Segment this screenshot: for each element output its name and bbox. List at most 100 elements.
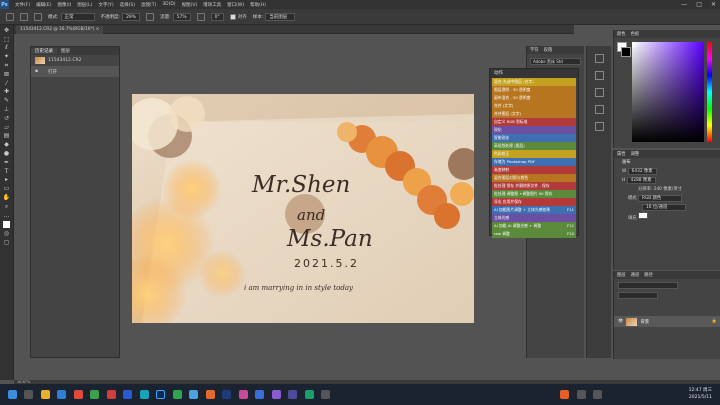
action-item[interactable]: 合并 (文字) bbox=[492, 102, 576, 110]
path-selection-tool-icon[interactable]: ▸ bbox=[3, 177, 11, 183]
menu-file[interactable]: 文件(F) bbox=[15, 2, 30, 8]
width-input[interactable]: 6432 像素 bbox=[627, 168, 657, 175]
app-icon-teal[interactable] bbox=[139, 390, 149, 399]
action-item[interactable]: 合并图层 (文字) bbox=[492, 110, 576, 118]
action-item[interactable]: 自定义 RGB 到标准 bbox=[492, 118, 576, 126]
tab-history[interactable]: 历史记录 bbox=[31, 48, 57, 54]
saturation-brightness-field[interactable] bbox=[631, 42, 704, 142]
rectangle-tool-icon[interactable]: ▭ bbox=[3, 186, 11, 192]
tool-preset-picker[interactable] bbox=[6, 12, 14, 21]
action-item[interactable]: 混合图层对照与颜色 bbox=[492, 174, 576, 182]
action-item[interactable]: 渐变映射 bbox=[492, 166, 576, 174]
lasso-tool-icon[interactable]: ℓ bbox=[3, 45, 11, 51]
tab-layers[interactable]: 图层 bbox=[617, 272, 626, 278]
character-panel-icon[interactable] bbox=[594, 88, 604, 97]
action-item[interactable]: 色彩校正 bbox=[492, 150, 576, 158]
tab-channels[interactable]: 通道 bbox=[631, 272, 640, 278]
photoshop-taskbar-icon[interactable] bbox=[156, 390, 165, 399]
history-panel-icon[interactable] bbox=[594, 54, 604, 63]
app-icon-blue[interactable] bbox=[123, 390, 132, 399]
zoom-tool-icon[interactable]: ⌕ bbox=[3, 203, 11, 210]
lock-icon[interactable]: 🔒 bbox=[712, 319, 717, 324]
document-canvas[interactable]: Mr.Shen and Ms.Pan 2021.5.2 i am marryin… bbox=[132, 94, 474, 323]
tab-character[interactable]: 字符 bbox=[530, 47, 539, 53]
menu-help[interactable]: 帮助(H) bbox=[250, 2, 266, 8]
aligned-checkbox[interactable] bbox=[229, 13, 236, 20]
file-explorer-icon[interactable] bbox=[40, 390, 50, 399]
more-tools-icon[interactable]: … bbox=[3, 212, 11, 219]
tab-layers-mini[interactable]: 图层 bbox=[57, 48, 74, 54]
app-icon-mint[interactable] bbox=[304, 390, 314, 399]
height-input[interactable]: 4288 像素 bbox=[626, 177, 656, 184]
font-family-select[interactable]: Adobe 黑体 Std bbox=[530, 58, 581, 65]
dodge-tool-icon[interactable]: ● bbox=[3, 150, 11, 157]
app-icon-red[interactable] bbox=[106, 390, 116, 399]
mode-select[interactable]: 正常 bbox=[60, 12, 95, 21]
layer-row[interactable]: 👁 背景 🔒 bbox=[614, 316, 720, 327]
paragraph-panel-icon[interactable] bbox=[594, 105, 604, 114]
marquee-tool-icon[interactable]: ⬚ bbox=[3, 36, 11, 43]
tab-paths[interactable]: 路径 bbox=[644, 272, 653, 278]
app-icon-green[interactable] bbox=[90, 390, 99, 399]
menu-filter[interactable]: 滤镜(T) bbox=[141, 2, 156, 8]
tab-adjustments[interactable]: 调整 bbox=[631, 151, 640, 157]
screen-mode-icon[interactable]: ▢ bbox=[3, 239, 11, 246]
flow-input[interactable]: 57% bbox=[172, 12, 191, 21]
menu-3d[interactable]: 3D(D) bbox=[162, 2, 175, 7]
tab-properties[interactable]: 属性 bbox=[617, 151, 626, 157]
pressure-opacity-button[interactable] bbox=[146, 12, 155, 21]
frame-tool-icon[interactable]: ⊠ bbox=[3, 71, 11, 78]
airbrush-button[interactable] bbox=[196, 12, 205, 21]
app-icon-orange[interactable] bbox=[205, 390, 215, 399]
magic-wand-tool-icon[interactable]: ✦ bbox=[3, 54, 11, 60]
foreground-color-swatch[interactable] bbox=[3, 221, 10, 229]
action-item[interactable]: 混合-先选中图层 (名字) bbox=[492, 78, 576, 86]
action-item[interactable]: 导出 应用并保存 bbox=[492, 198, 576, 206]
opacity-input[interactable]: 29% bbox=[122, 12, 141, 21]
brush-tool-icon[interactable]: ✎ bbox=[3, 98, 11, 104]
close-button[interactable]: ✕ bbox=[711, 1, 716, 8]
hand-tool-icon[interactable]: ✋ bbox=[3, 194, 11, 201]
color-mode-select[interactable]: RGB 颜色 bbox=[637, 195, 682, 202]
eye-icon[interactable]: 👁 bbox=[618, 319, 623, 324]
history-step-row[interactable]: ▪ 打开 bbox=[31, 66, 119, 77]
clone-stamp-tool-icon[interactable]: ⊥ bbox=[3, 106, 11, 113]
maximize-button[interactable]: □ bbox=[696, 1, 702, 8]
hue-slider[interactable] bbox=[707, 42, 712, 142]
angle-input[interactable]: 0° bbox=[210, 12, 224, 21]
bit-depth-select[interactable]: 16 位/通道 bbox=[642, 204, 686, 211]
fill-color-swatch[interactable] bbox=[637, 212, 648, 219]
input-method-icon[interactable] bbox=[560, 390, 569, 399]
history-snapshot-row[interactable]: 11543412.CR2 bbox=[31, 55, 119, 66]
app-icon-lightblue[interactable] bbox=[189, 390, 198, 399]
premiere-icon[interactable] bbox=[271, 390, 281, 399]
tray-volume-icon[interactable] bbox=[593, 390, 602, 399]
action-item[interactable]: raw 调整 F10 bbox=[492, 230, 576, 238]
brush-settings-button[interactable] bbox=[34, 12, 42, 21]
eyedropper-tool-icon[interactable]: ⁄ bbox=[3, 80, 11, 87]
app-icon-gray[interactable] bbox=[321, 390, 330, 399]
app-icon-indigo[interactable] bbox=[288, 390, 297, 399]
gradient-tool-icon[interactable]: ▤ bbox=[3, 133, 11, 139]
brush-size-picker[interactable] bbox=[20, 12, 28, 21]
tab-swatches[interactable]: 色板 bbox=[631, 31, 640, 37]
action-item[interactable]: AI 加粗图片调整 + 立体光感效果 F11 bbox=[492, 206, 576, 214]
action-item[interactable]: 立体光感 bbox=[492, 214, 576, 222]
menu-select[interactable]: 选择(S) bbox=[120, 2, 135, 8]
start-icon[interactable] bbox=[7, 390, 17, 399]
layer-filter-select[interactable] bbox=[618, 282, 678, 289]
type-tool-icon[interactable]: T bbox=[3, 168, 11, 175]
menu-window[interactable]: 窗口(W) bbox=[227, 2, 244, 8]
menu-type[interactable]: 文字(Y) bbox=[98, 2, 113, 8]
task-view-icon[interactable] bbox=[24, 390, 33, 399]
action-item[interactable]: 存储为 Photoshop PDF bbox=[492, 158, 576, 166]
quick-mask-icon[interactable]: ◎ bbox=[3, 231, 11, 237]
blur-tool-icon[interactable]: ◆ bbox=[3, 142, 11, 148]
healing-brush-tool-icon[interactable]: ✚ bbox=[3, 89, 11, 95]
chrome-icon[interactable] bbox=[73, 390, 83, 399]
action-item[interactable]: 批处理 保存 并删除原文件 - 保存 bbox=[492, 182, 576, 190]
minimize-button[interactable]: — bbox=[681, 1, 687, 8]
edge-icon[interactable] bbox=[57, 390, 66, 399]
tray-network-icon[interactable] bbox=[576, 390, 586, 399]
actions-panel-icon[interactable] bbox=[594, 71, 604, 80]
